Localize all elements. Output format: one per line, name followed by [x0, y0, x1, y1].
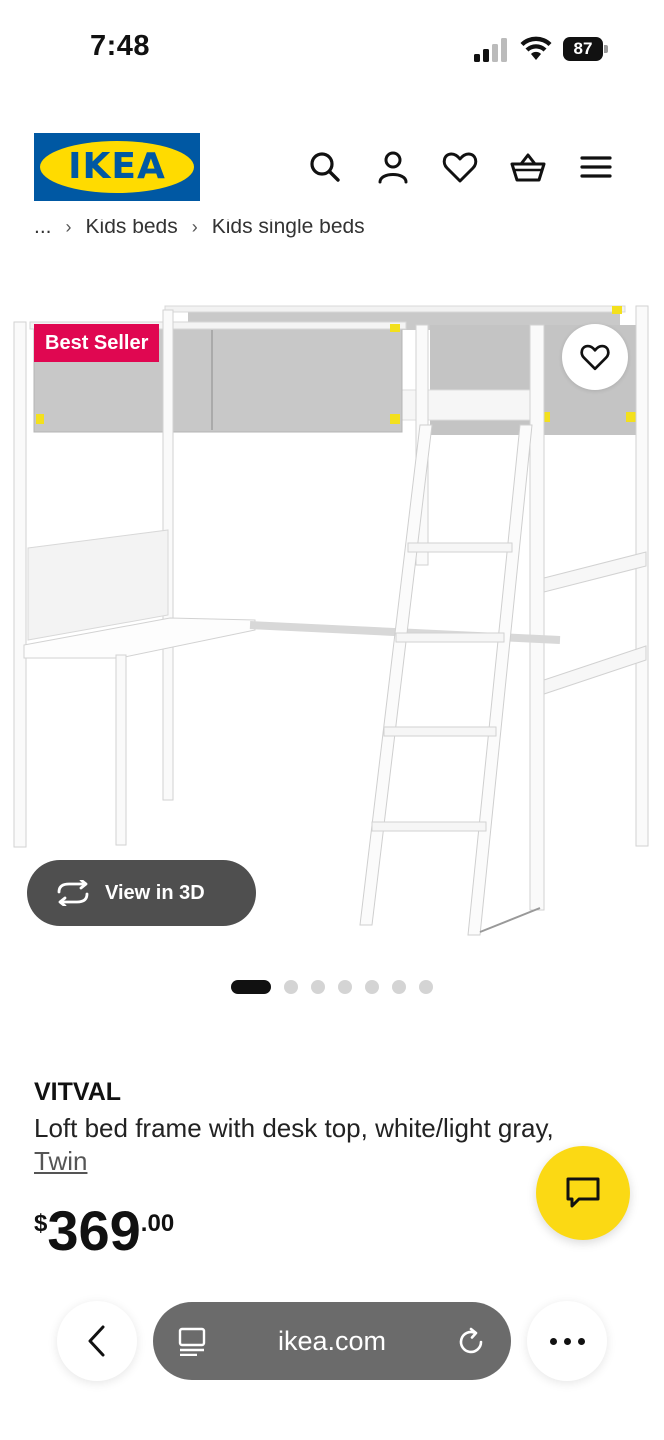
price-cents: .00 — [140, 1210, 175, 1237]
breadcrumb-item[interactable]: Kids single beds — [212, 219, 365, 239]
best-seller-badge: Best Seller — [34, 324, 160, 362]
price-integer: 369 — [47, 1199, 141, 1262]
logo-text: IKEA — [68, 146, 166, 187]
view-in-3d-button[interactable]: View in 3D — [27, 860, 256, 926]
address-bar[interactable]: ikea.com — [153, 1302, 511, 1380]
price-currency: $ — [34, 1210, 48, 1237]
chevron-left-icon — [88, 1325, 105, 1357]
rotate-3d-icon — [57, 880, 89, 906]
site-header: IKEA — [0, 120, 664, 220]
breadcrumb: ... › Kids beds › Kids single beds — [34, 219, 654, 245]
chevron-right-icon: › — [191, 219, 198, 237]
heart-icon[interactable] — [441, 148, 479, 186]
status-bar: 7:48 87 — [0, 0, 664, 100]
chevron-right-icon: › — [65, 219, 72, 237]
heart-icon — [580, 344, 610, 371]
chat-button[interactable] — [536, 1146, 630, 1240]
breadcrumb-item[interactable]: Kids beds — [86, 219, 178, 239]
product-name: VITVAL — [34, 1078, 122, 1106]
view-in-3d-label: View in 3D — [105, 881, 205, 904]
more-dots-icon — [549, 1337, 557, 1345]
carousel-dot[interactable] — [284, 980, 298, 994]
ikea-logo[interactable]: IKEA — [34, 133, 200, 201]
basket-icon[interactable] — [509, 148, 547, 186]
wifi-icon — [520, 36, 552, 60]
product-description-text: Loft bed frame with desk top, white/ligh… — [34, 1113, 554, 1143]
add-to-favorites-button[interactable] — [562, 324, 628, 390]
search-icon[interactable] — [306, 148, 344, 186]
product-price: $ 369 .00 — [34, 1200, 174, 1270]
menu-icon[interactable] — [577, 148, 615, 186]
carousel-dot[interactable] — [338, 980, 352, 994]
carousel-dot[interactable] — [311, 980, 325, 994]
account-icon[interactable] — [374, 148, 412, 186]
browser-more-button[interactable] — [527, 1301, 607, 1381]
browser-back-button[interactable] — [57, 1301, 137, 1381]
carousel-dot[interactable] — [392, 980, 406, 994]
cellular-signal-icon — [474, 38, 507, 62]
image-carousel-indicator — [231, 980, 433, 994]
carousel-dot-active[interactable] — [231, 980, 271, 994]
status-time: 7:48 — [90, 30, 151, 62]
reload-icon[interactable] — [455, 1326, 487, 1358]
breadcrumb-item[interactable]: ... — [34, 219, 52, 239]
carousel-dot[interactable] — [419, 980, 433, 994]
chat-icon — [566, 1177, 600, 1208]
battery-icon: 87 — [563, 37, 609, 61]
battery-level: 87 — [563, 37, 603, 61]
product-size-link[interactable]: Twin — [34, 1146, 87, 1176]
carousel-dot[interactable] — [365, 980, 379, 994]
